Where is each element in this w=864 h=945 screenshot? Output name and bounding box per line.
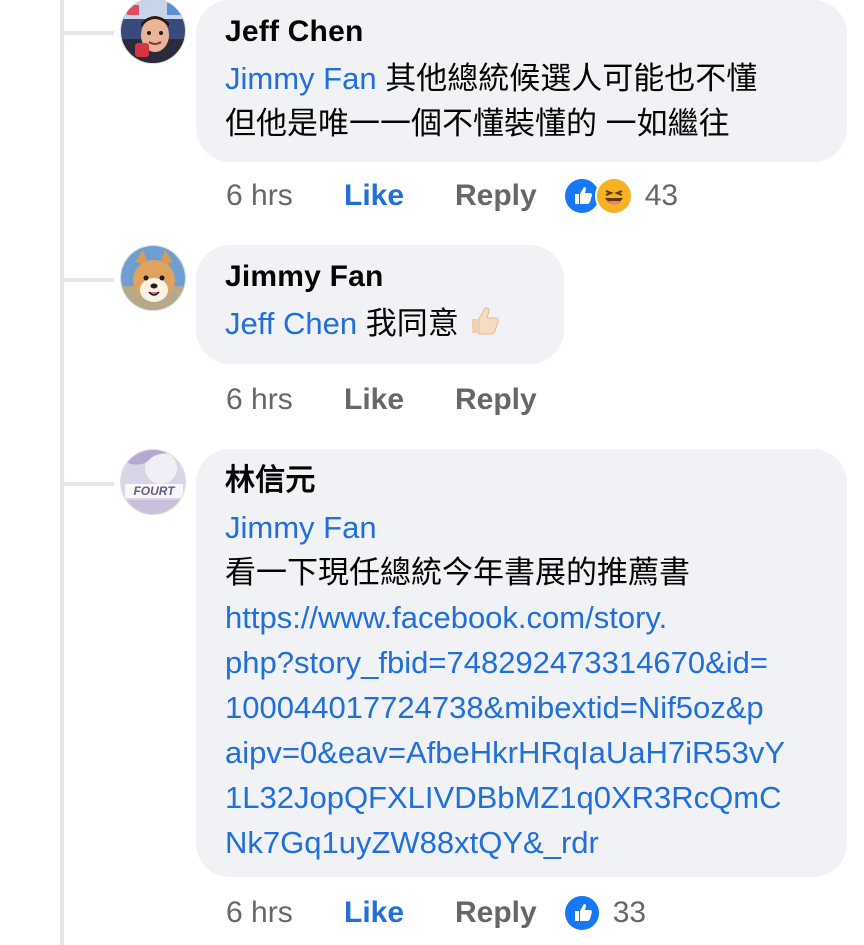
thread-branch [62,31,114,35]
avatar[interactable] [120,245,186,311]
comment-actions: 6 hrs Like Reply [226,380,563,420]
like-button[interactable]: Like [344,179,455,213]
avatar[interactable]: FOURT [120,449,186,515]
mention-link[interactable]: Jeff Chen [225,306,357,341]
reply-button[interactable]: Reply [455,179,537,213]
url-link[interactable]: https://www.facebook.com/story. php?stor… [225,595,817,865]
avatar[interactable] [120,0,186,64]
comment-text: Jimmy Fan [225,505,817,550]
timestamp[interactable]: 6 hrs [226,383,344,417]
comment-text: Jeff Chen 我同意 [225,301,534,350]
comment-author[interactable]: 林信元 [225,463,817,499]
person-avatar-icon [121,0,185,63]
reply-button[interactable]: Reply [455,896,537,930]
reaction-count[interactable]: 33 [613,896,646,930]
reaction-count[interactable]: 43 [645,179,678,213]
comment-line: 看一下現任總統今年書展的推薦書 [225,555,690,590]
reply-button[interactable]: Reply [455,383,537,417]
url-link-line[interactable]: aipv=0&eav=AfbeHkrHRqIaUaH7iR53vY [225,730,817,775]
comment-line: 我同意 [365,306,459,341]
reactions-summary[interactable] [562,177,633,215]
haha-reaction-icon [594,177,633,215]
reactions-summary[interactable] [562,894,601,932]
thread-line [60,0,64,945]
comment-author[interactable]: Jimmy Fan [225,259,534,295]
url-link-line[interactable]: Nk7Gq1uyZW88xtQY&_rdr [225,820,817,865]
comment-bubble: 林信元 Jimmy Fan 看一下現任總統今年書展的推薦書 https://ww… [196,449,847,877]
mention-link[interactable]: Jimmy Fan [225,510,377,545]
comment-text: Jimmy Fan 其他總統候選人可能也不懂 [225,56,817,101]
like-button[interactable]: Like [344,896,455,930]
fourth-wing-book-avatar-icon: FOURT [121,450,185,514]
thumbs-up-icon [467,302,503,350]
timestamp[interactable]: 6 hrs [226,179,344,213]
like-reaction-icon [562,894,601,932]
thread-branch [62,482,114,486]
url-link-line[interactable]: 100044017724738&mibextid=Nif5oz&p [225,685,817,730]
comment-actions: 6 hrs Like Reply 33 [226,893,646,933]
shiba-dog-avatar-icon [121,246,185,310]
comment-bubble: Jeff Chen Jimmy Fan 其他總統候選人可能也不懂 但他是唯一一個… [196,0,847,162]
mention-link[interactable]: Jimmy Fan [225,61,377,96]
url-link-line[interactable]: https://www.facebook.com/story. [225,595,817,640]
url-link-line[interactable]: php?story_fbid=748292473314670&id= [225,640,817,685]
url-link-line[interactable]: 1L32JopQFXLIVDBbMZ1q0XR3RcQmC [225,775,817,820]
comment-line: 但他是唯一一個不懂裝懂的 一如繼往 [225,106,730,141]
like-button[interactable]: Like [344,383,455,417]
comment-bubble: Jimmy Fan Jeff Chen 我同意 [196,245,564,364]
comment-author[interactable]: Jeff Chen [225,14,817,50]
thread-branch [62,278,114,282]
comment-actions: 6 hrs Like Reply 43 [226,176,678,216]
svg-text:FOURT: FOURT [133,484,176,498]
comment-line: 其他總統候選人可能也不懂 [385,61,758,96]
timestamp[interactable]: 6 hrs [226,896,344,930]
